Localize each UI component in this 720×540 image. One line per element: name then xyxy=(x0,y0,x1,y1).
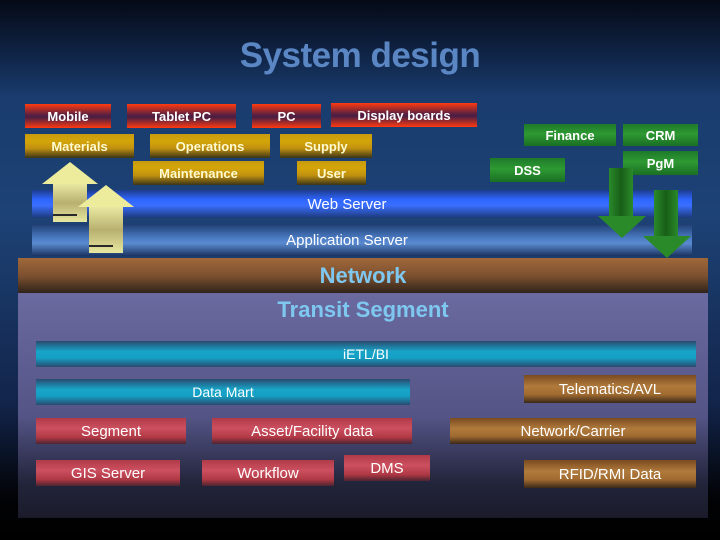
data-mart[interactable]: Data Mart xyxy=(36,379,410,405)
source-dms[interactable]: DMS xyxy=(344,455,430,481)
source-gis-server[interactable]: GIS Server xyxy=(36,460,180,486)
device-mobile[interactable]: Mobile xyxy=(25,104,111,128)
business-finance[interactable]: Finance xyxy=(524,124,616,146)
source-asset-facility[interactable]: Asset/Facility data xyxy=(212,418,412,444)
web-server-label: Web Server xyxy=(307,195,387,213)
module-user[interactable]: User xyxy=(297,161,366,185)
download-arrow-icon xyxy=(598,168,646,238)
network-label: Network xyxy=(319,263,407,288)
application-server-label: Application Server xyxy=(286,231,408,249)
network-layer: Network xyxy=(18,258,708,294)
transit-segment-panel: Transit Segment iETL/BI Data Mart Telema… xyxy=(18,293,708,518)
module-supply[interactable]: Supply xyxy=(280,134,372,158)
transit-segment-label: Transit Segment xyxy=(277,297,449,322)
download-arrow-icon xyxy=(643,190,691,260)
ietl-bi-layer[interactable]: iETL/BI xyxy=(36,341,696,367)
device-pc[interactable]: PC xyxy=(252,104,321,128)
source-telematics-avl[interactable]: Telematics/AVL xyxy=(524,375,696,403)
source-workflow[interactable]: Workflow xyxy=(202,460,334,486)
page-title: System design xyxy=(239,36,481,75)
source-segment[interactable]: Segment xyxy=(36,418,186,444)
module-operations[interactable]: Operations xyxy=(150,134,270,158)
device-tablet-pc[interactable]: Tablet PC xyxy=(127,104,236,128)
business-crm[interactable]: CRM xyxy=(623,124,698,146)
upload-arrow-icon xyxy=(78,185,134,255)
source-rfid-rmi[interactable]: RFID/RMI Data xyxy=(524,460,696,488)
module-maintenance[interactable]: Maintenance xyxy=(133,161,264,185)
business-dss[interactable]: DSS xyxy=(490,158,565,182)
device-display-boards[interactable]: Display boards xyxy=(331,103,477,127)
module-materials[interactable]: Materials xyxy=(25,134,134,158)
source-network-carrier[interactable]: Network/Carrier xyxy=(450,418,696,444)
